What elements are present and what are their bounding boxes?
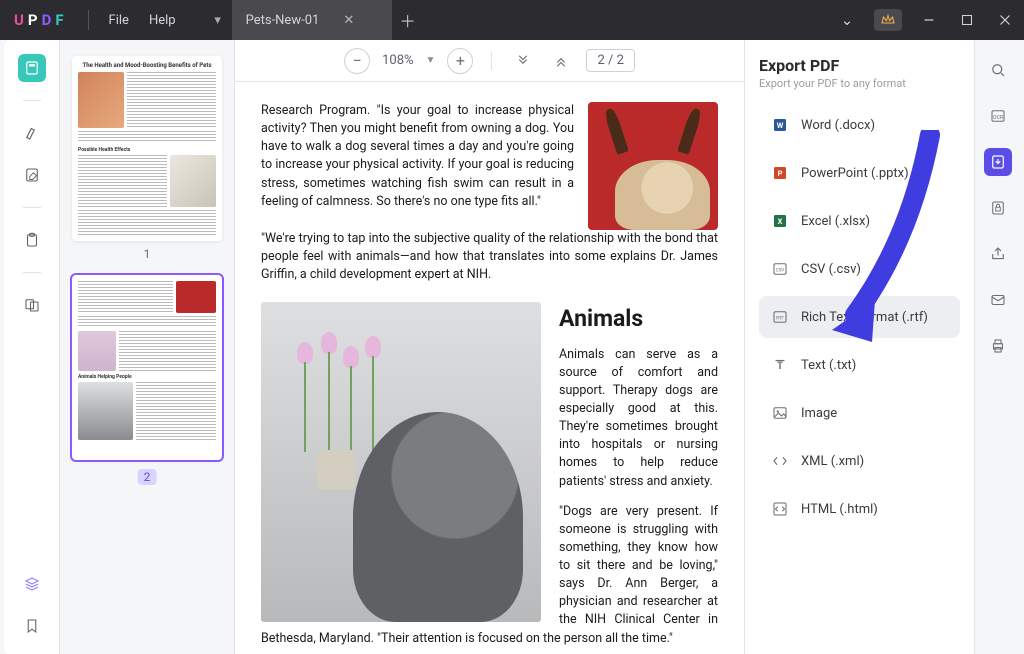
tab-overflow-icon[interactable]: ▾ (204, 0, 232, 40)
zoom-chevron-icon[interactable]: ▼ (426, 55, 436, 66)
svg-text:W: W (777, 121, 784, 130)
export-format-option[interactable]: W Word (.docx) (759, 104, 960, 146)
svg-text:T: T (777, 361, 783, 372)
format-icon: X (771, 212, 789, 230)
zoom-level[interactable]: 108% (382, 53, 413, 68)
search-icon[interactable] (984, 56, 1012, 84)
export-format-option[interactable]: Image (759, 392, 960, 434)
svg-text:X: X (778, 217, 783, 226)
ocr-icon[interactable]: OCR (984, 102, 1012, 130)
export-format-option[interactable]: HTML (.html) (759, 488, 960, 530)
window-minimize-icon[interactable] (910, 0, 948, 40)
menu-help[interactable]: Help (139, 13, 186, 28)
window-close-icon[interactable] (986, 0, 1024, 40)
svg-text:OCR: OCR (992, 115, 1003, 121)
thumb-1-title: The Health and Mood-Boosting Benefits of… (78, 62, 216, 69)
doc-paragraph: Research Program. "Is your goal to incre… (261, 102, 574, 211)
view-toolbar: − 108% ▼ + 2 / 2 (235, 40, 744, 82)
export-subtitle: Export your PDF to any format (759, 77, 960, 90)
layers-icon[interactable] (18, 570, 46, 598)
format-label: CSV (.csv) (801, 262, 861, 277)
page-down-icon[interactable] (510, 48, 536, 74)
menu-file[interactable]: File (99, 13, 139, 28)
thumbnails-tool[interactable] (18, 54, 46, 82)
export-title: Export PDF (759, 56, 960, 75)
thumb-2-label: 2 (138, 469, 157, 485)
export-format-option[interactable]: T Text (.txt) (759, 344, 960, 386)
format-icon: W (771, 116, 789, 134)
export-format-option[interactable]: XML (.xml) (759, 440, 960, 482)
export-icon[interactable] (984, 148, 1012, 176)
highlight-tool[interactable] (18, 119, 46, 147)
format-label: HTML (.html) (801, 502, 878, 517)
format-label: Text (.txt) (801, 358, 856, 373)
format-label: XML (.xml) (801, 454, 864, 469)
thumbnail-panel: The Health and Mood-Boosting Benefits of… (60, 40, 235, 654)
tab-close-icon[interactable]: ✕ (343, 13, 354, 28)
thumbnail-page-1[interactable]: The Health and Mood-Boosting Benefits of… (72, 56, 222, 241)
app-logo: UPDF (14, 11, 64, 29)
email-icon[interactable] (984, 286, 1012, 314)
tab-title: Pets-New-01 (246, 13, 320, 28)
page-indicator[interactable]: 2 / 2 (586, 49, 634, 72)
export-format-option[interactable]: RTF Rich Text Format (.rtf) (759, 296, 960, 338)
zoom-in-button[interactable]: + (447, 48, 473, 74)
doc-image-dog (588, 102, 718, 230)
export-format-option[interactable]: P PowerPoint (.pptx) (759, 152, 960, 194)
format-icon (771, 452, 789, 470)
right-toolbar: OCR (974, 40, 1020, 654)
svg-text:P: P (778, 169, 783, 178)
edit-tool[interactable] (18, 161, 46, 189)
doc-image-cat (261, 302, 541, 622)
bookmark-icon[interactable] (18, 612, 46, 640)
format-icon (771, 500, 789, 518)
svg-text:RTF: RTF (776, 315, 784, 321)
thumbnail-page-2[interactable]: Animals Helping People (72, 275, 222, 460)
toolbar-chevron-icon[interactable]: ⌄ (828, 0, 866, 40)
export-panel: Export PDF Export your PDF to any format… (744, 40, 974, 654)
organize-tool[interactable] (18, 291, 46, 319)
tab-add-button[interactable]: ＋ (392, 0, 424, 40)
page-up-icon[interactable] (548, 48, 574, 74)
doc-paragraph: "We're trying to tap into the subjective… (261, 230, 718, 284)
titlebar: UPDF File Help ▾ Pets-New-01 ✕ ＋ ⌄ (0, 0, 1024, 40)
protect-icon[interactable] (984, 194, 1012, 222)
thumb-1-label: 1 (72, 247, 222, 261)
format-label: Word (.docx) (801, 118, 875, 133)
print-icon[interactable] (984, 332, 1012, 360)
export-format-option[interactable]: X Excel (.xlsx) (759, 200, 960, 242)
format-label: Rich Text Format (.rtf) (801, 310, 928, 325)
document-view: − 108% ▼ + 2 / 2 Research Program. "Is y… (235, 40, 744, 654)
svg-text:CSV: CSV (776, 267, 785, 273)
zoom-out-button[interactable]: − (344, 48, 370, 74)
premium-icon[interactable] (874, 9, 902, 31)
share-icon[interactable] (984, 240, 1012, 268)
export-format-option[interactable]: CSV CSV (.csv) (759, 248, 960, 290)
format-icon: T (771, 356, 789, 374)
left-toolbar (4, 40, 60, 654)
format-icon: RTF (771, 308, 789, 326)
format-label: PowerPoint (.pptx) (801, 166, 909, 181)
format-icon: CSV (771, 260, 789, 278)
format-icon: P (771, 164, 789, 182)
workspace: The Health and Mood-Boosting Benefits of… (4, 40, 1020, 654)
tab-active[interactable]: Pets-New-01 ✕ (232, 0, 392, 40)
clipboard-tool[interactable] (18, 226, 46, 254)
window-maximize-icon[interactable] (948, 0, 986, 40)
format-label: Image (801, 406, 837, 421)
format-label: Excel (.xlsx) (801, 214, 870, 229)
format-icon (771, 404, 789, 422)
document-page: Research Program. "Is your goal to incre… (235, 82, 744, 654)
